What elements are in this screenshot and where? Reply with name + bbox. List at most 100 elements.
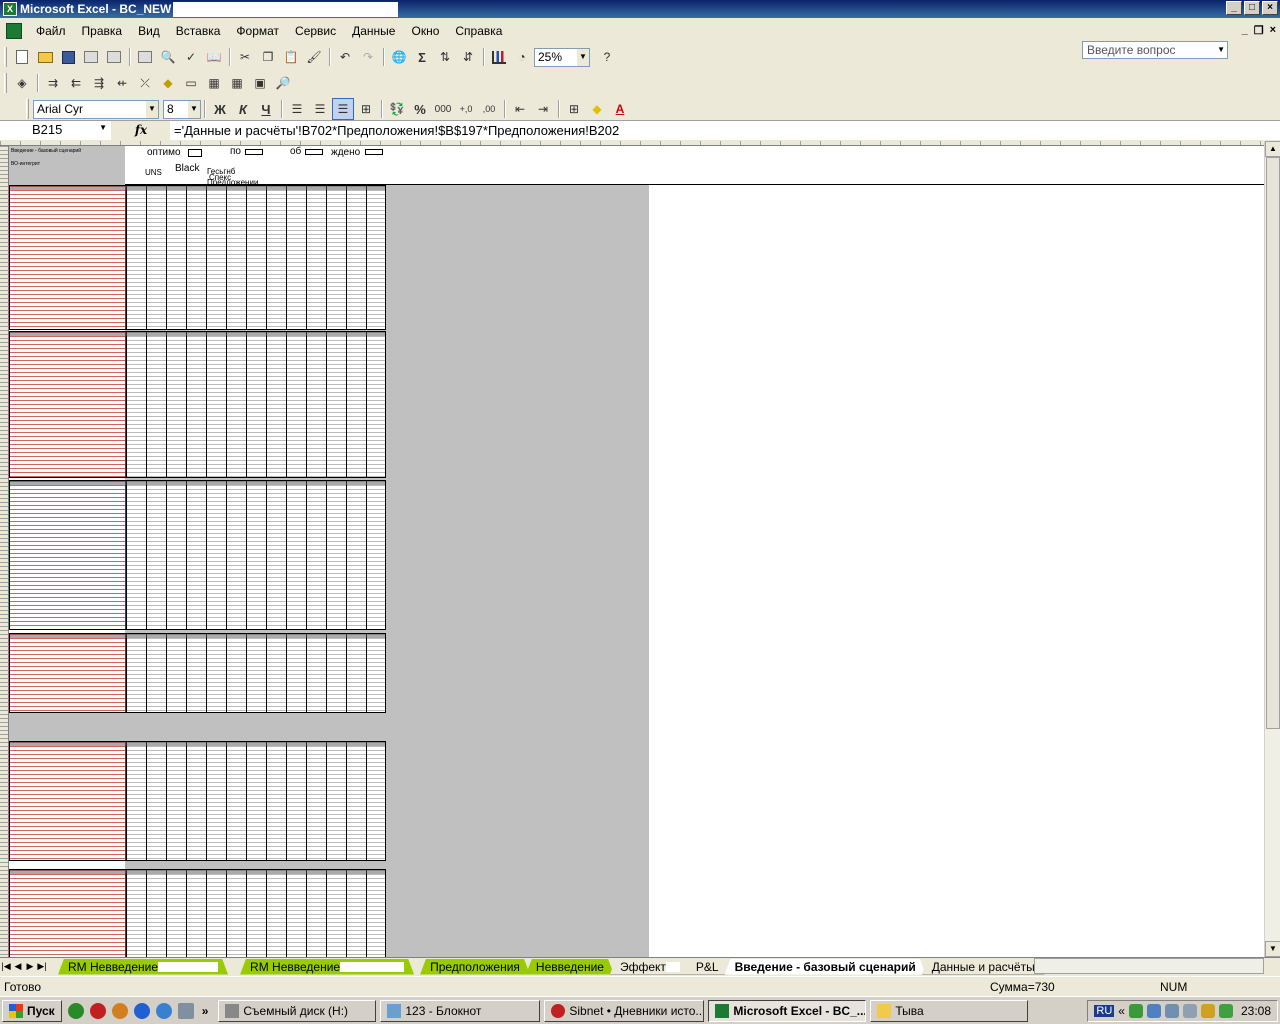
- thousands-button[interactable]: 000: [432, 98, 454, 120]
- save-icon[interactable]: [57, 46, 79, 68]
- tab-effekt[interactable]: Эффект: [610, 959, 690, 975]
- fill-color-icon[interactable]: ◆: [586, 98, 608, 120]
- menu-data[interactable]: Данные: [344, 24, 403, 38]
- header-input-2[interactable]: [305, 149, 323, 155]
- toolbar-grip[interactable]: [4, 47, 7, 67]
- tab-pl[interactable]: P&L: [686, 959, 729, 975]
- first-sheet-icon[interactable]: |◀: [0, 961, 12, 972]
- redo-icon[interactable]: ↷: [357, 46, 379, 68]
- trace-precedents-icon[interactable]: ⇉: [42, 72, 64, 94]
- sort-descending-icon[interactable]: ⇵: [457, 46, 479, 68]
- decrease-indent-icon[interactable]: ⇤: [509, 98, 531, 120]
- language-indicator[interactable]: RU: [1094, 1005, 1115, 1017]
- hyperlink-icon[interactable]: 🌐: [388, 46, 410, 68]
- header-input-1[interactable]: [245, 149, 263, 155]
- start-button[interactable]: Пуск: [2, 999, 62, 1022]
- tray-expand-icon[interactable]: «: [1118, 1004, 1125, 1018]
- doc-restore-button[interactable]: ❐: [1254, 24, 1264, 37]
- header-input-3[interactable]: [365, 149, 383, 155]
- tab-dannye-raschety[interactable]: Данные и расчёты: [922, 959, 1045, 975]
- quicklaunch-doc-icon[interactable]: [177, 1002, 194, 1019]
- tab-predpolozheniya[interactable]: Предположения: [420, 959, 530, 975]
- data-block-5[interactable]: [9, 741, 386, 861]
- email-icon[interactable]: [103, 46, 125, 68]
- align-right-icon[interactable]: ☰: [332, 98, 354, 120]
- scroll-thumb[interactable]: [1266, 157, 1280, 729]
- data-block-4[interactable]: [9, 633, 386, 713]
- print-icon[interactable]: [134, 46, 156, 68]
- permission-icon[interactable]: [80, 46, 102, 68]
- toolbar-grip[interactable]: [4, 73, 7, 93]
- align-center-icon[interactable]: ☰: [309, 98, 331, 120]
- menu-insert[interactable]: Вставка: [168, 24, 229, 38]
- menu-help[interactable]: Справка: [447, 24, 510, 38]
- autosum-icon[interactable]: Σ: [411, 46, 433, 68]
- remove-arrows-icon[interactable]: ⤫: [134, 72, 156, 94]
- borders-icon[interactable]: ⊞: [563, 98, 585, 120]
- doc-close-button[interactable]: ×: [1270, 24, 1276, 37]
- remove-precedents-icon[interactable]: ⇇: [65, 72, 87, 94]
- tab-rm-nevvedenie-2[interactable]: RM Невведение: [240, 959, 414, 975]
- sheet-title-cell[interactable]: Введение - базовый сценарий ВО-интегрит: [9, 146, 125, 186]
- excel-app-icon[interactable]: X: [3, 2, 17, 16]
- copy-icon[interactable]: ❐: [257, 46, 279, 68]
- undo-icon[interactable]: ↶: [334, 46, 356, 68]
- doc-minimize-button[interactable]: _: [1242, 24, 1248, 37]
- tab-nevvedenie[interactable]: Невведение: [526, 959, 614, 975]
- circle-invalid-icon[interactable]: ▦: [203, 72, 225, 94]
- merge-center-icon[interactable]: ⊞: [355, 98, 377, 120]
- scroll-up-icon[interactable]: ▲: [1265, 141, 1280, 157]
- menu-format[interactable]: Формат: [228, 24, 287, 38]
- increase-indent-icon[interactable]: ⇥: [532, 98, 554, 120]
- remove-dependents-icon[interactable]: ⇷: [111, 72, 133, 94]
- trace-dependents-icon[interactable]: ⇶: [88, 72, 110, 94]
- tray-monitor-icon[interactable]: [1182, 1004, 1197, 1018]
- menu-tools[interactable]: Сервис: [287, 24, 344, 38]
- error-check-icon[interactable]: ◈: [11, 72, 33, 94]
- vertical-scrollbar[interactable]: ▲ ▼: [1264, 141, 1280, 957]
- italic-button[interactable]: К: [232, 98, 254, 120]
- new-icon[interactable]: [11, 46, 33, 68]
- data-block-6[interactable]: [9, 869, 386, 957]
- zoom-select[interactable]: 25% ▼: [534, 47, 590, 67]
- horizontal-scrollbar[interactable]: [1034, 958, 1264, 974]
- tray-security-icon[interactable]: [1200, 1004, 1215, 1018]
- tab-rm-nevvedenie-1[interactable]: RM Невведение: [58, 959, 228, 975]
- chevron-down-icon[interactable]: ▼: [99, 123, 107, 132]
- align-left-icon[interactable]: ☰: [286, 98, 308, 120]
- cut-icon[interactable]: ✂: [234, 46, 256, 68]
- tab-vvedenie-bazovy[interactable]: Введение - базовый сценарий: [725, 959, 926, 975]
- new-comment-icon[interactable]: ▭: [180, 72, 202, 94]
- sort-ascending-icon[interactable]: ⇅: [434, 46, 456, 68]
- toolbar-grip[interactable]: [26, 99, 29, 119]
- drawing-icon[interactable]: ◔: [511, 46, 533, 68]
- chevron-down-icon[interactable]: ▼: [188, 100, 200, 118]
- menu-window[interactable]: Окно: [403, 24, 447, 38]
- scroll-down-icon[interactable]: ▼: [1265, 941, 1280, 957]
- watch-window-icon[interactable]: ▣: [249, 72, 271, 94]
- last-sheet-icon[interactable]: ▶|: [36, 961, 48, 972]
- paste-icon[interactable]: 📋: [280, 46, 302, 68]
- empty-cells[interactable]: [649, 185, 1264, 957]
- quicklaunch-more-icon[interactable]: »: [202, 1004, 209, 1018]
- currency-icon[interactable]: 💱: [386, 98, 408, 120]
- quicklaunch-opera-icon[interactable]: [89, 1002, 106, 1019]
- name-box[interactable]: B215 ▼: [0, 121, 112, 140]
- underline-button[interactable]: Ч: [255, 98, 277, 120]
- worksheet-grid[interactable]: оптимо по об ждено UNS Black Гесьгнб Спе…: [0, 141, 1264, 957]
- menu-edit[interactable]: Правка: [74, 24, 131, 38]
- tray-app-icon[interactable]: [1146, 1004, 1161, 1018]
- research-icon[interactable]: 📖: [203, 46, 225, 68]
- tray-volume-icon[interactable]: [1164, 1004, 1179, 1018]
- header-checkbox[interactable]: [188, 149, 202, 157]
- evaluate-formula-icon[interactable]: 🔎: [272, 72, 294, 94]
- chart-wizard-icon[interactable]: [488, 46, 510, 68]
- open-icon[interactable]: [34, 46, 56, 68]
- quicklaunch-app-icon[interactable]: [155, 1002, 172, 1019]
- task-removable-disk[interactable]: Съемный диск (H:): [218, 999, 377, 1022]
- increase-decimal-button[interactable]: +,0: [455, 98, 477, 120]
- font-name-select[interactable]: Arial Cyr ▼: [33, 99, 159, 119]
- chevron-down-icon[interactable]: ▼: [146, 100, 158, 118]
- task-folder[interactable]: Тыва: [870, 999, 1029, 1022]
- insert-function-button[interactable]: fx: [112, 121, 170, 140]
